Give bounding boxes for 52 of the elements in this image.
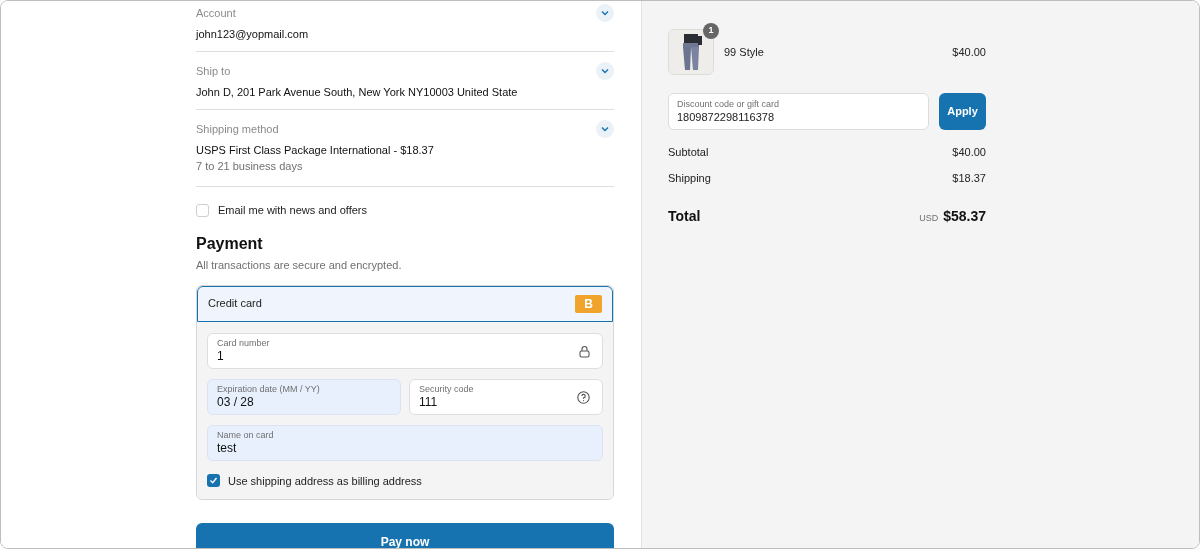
lock-icon — [579, 344, 590, 358]
field-label: Security code — [419, 384, 475, 395]
field-value: 03 / 28 — [217, 395, 255, 409]
field-value: 111 — [419, 395, 439, 409]
text-field[interactable]: Card number 1 — [207, 332, 603, 369]
section-detail: 7 to 21 business days — [196, 159, 304, 174]
card-brand-badge: B — [575, 294, 602, 313]
chevron-icon — [601, 68, 609, 74]
section-value: john123@yopmail.com — [196, 27, 310, 42]
summary-label: Subtotal — [668, 145, 709, 160]
summary-label: Shipping — [668, 170, 711, 186]
text-field[interactable]: Expiration date (MM / YY) 03 / 28 — [207, 378, 401, 415]
currency-code: USD — [919, 212, 939, 225]
chevron-icon — [601, 10, 609, 16]
text-field[interactable]: Name on card test — [207, 424, 603, 461]
discount-field[interactable]: Discount code or gift card 1809872298116378 — [668, 93, 929, 130]
text-field[interactable]: Security code 111 — [409, 378, 603, 415]
apply-button[interactable]: Apply — [939, 93, 986, 130]
expand-button[interactable] — [596, 62, 614, 80]
field-value: 1809872298116378 — [677, 110, 776, 124]
payment-option[interactable]: Credit card B — [197, 285, 613, 322]
expand-button[interactable] — [596, 120, 614, 138]
summary-value: $40.00 — [952, 145, 986, 160]
checkbox-label: Email me with news and offers — [218, 202, 367, 218]
check-icon — [209, 476, 218, 486]
field-value: 1 — [217, 349, 225, 363]
payment-option-label: Credit card — [208, 296, 262, 312]
product-price: $40.00 — [952, 44, 986, 60]
help-icon — [577, 390, 590, 404]
summary-value: $18.37 — [952, 170, 986, 186]
section-label: Ship to — [196, 63, 231, 79]
section-label: Shipping method — [196, 121, 279, 137]
chevron-icon — [601, 126, 609, 132]
payment-heading: Payment — [196, 234, 264, 254]
total-label: Total — [668, 207, 701, 226]
checkbox[interactable] — [207, 474, 220, 488]
checkbox-label: Use shipping address as billing address — [228, 473, 422, 489]
field-value: test — [217, 441, 238, 455]
field-label: Card number — [217, 338, 271, 349]
quantity-badge: 1 — [703, 23, 719, 39]
product-name: 99 Style — [724, 44, 765, 60]
payment-subtitle: All transactions are secure and encrypted. — [196, 258, 403, 273]
section-value: John D, 201 Park Avenue South, New York NY10003 United State — [196, 85, 519, 100]
section-value: USPS First Class Package International - $18.37 — [196, 143, 435, 158]
expand-button[interactable] — [596, 4, 614, 22]
field-label: Expiration date (MM / YY) — [217, 384, 321, 395]
field-label: Discount code or gift card — [677, 99, 781, 110]
field-label: Name on card — [217, 430, 275, 441]
section-label: Account — [196, 5, 236, 21]
total-value: $58.37 — [943, 207, 986, 226]
pay-now-button[interactable]: Pay now — [196, 523, 614, 548]
checkbox[interactable] — [196, 203, 209, 217]
